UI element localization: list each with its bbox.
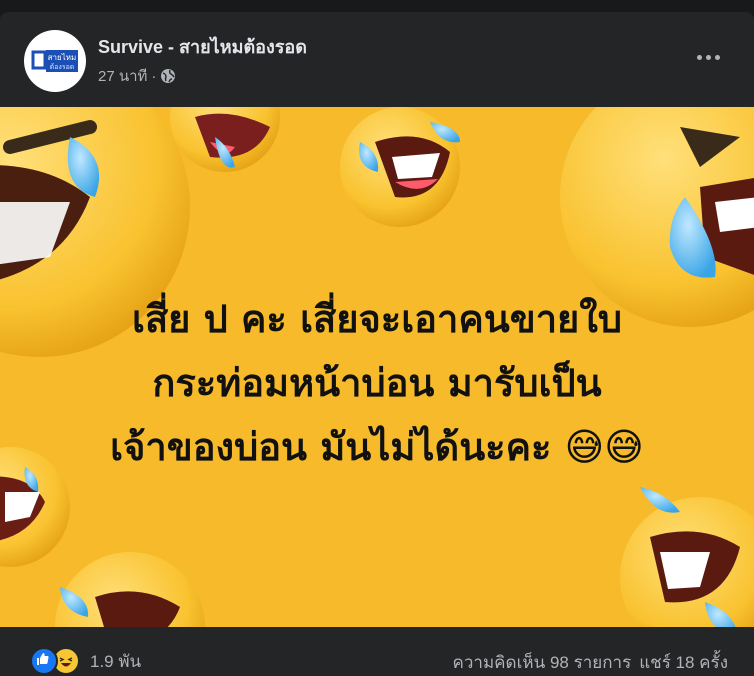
avatar-text-bottom: ต้องรอด [50,63,75,71]
post-card: สายไหม ต้องรอด Survive - สายไหมต้องรอด 2… [0,12,754,676]
post-time[interactable]: 27 นาที [98,64,147,88]
reactions-summary[interactable]: 1.9 พัน [30,647,141,675]
like-icon [30,647,58,675]
emoji-face-top-center [340,107,460,227]
avatar-logo: สายไหม ต้องรอด [31,50,78,72]
avatar-text-top: สายไหม [48,53,77,62]
post-image[interactable]: เสี่ย ป คะ เสี่ยจะเอาคนขายใบ กระท่อมหน้า… [0,107,754,627]
engagement-stats: ความคิดเห็น 98 รายการ แชร์ 18 ครั้ง [453,649,728,676]
meta-separator: · [151,67,157,85]
image-text-line-2: กระท่อมหน้าบ่อน มารับเป็น [152,361,602,405]
comments-count-link[interactable]: ความคิดเห็น 98 รายการ [453,649,632,676]
post-meta: 27 นาที · [98,64,176,88]
image-text-line-1: เสี่ย ป คะ เสี่ยจะเอาคนขายใบ [131,297,622,341]
reaction-count: 1.9 พัน [90,651,142,671]
more-horizontal-icon [696,54,702,60]
shares-count-link[interactable]: แชร์ 18 ครั้ง [639,649,728,676]
page-avatar[interactable]: สายไหม ต้องรอด [24,30,86,92]
more-options-button[interactable] [688,42,728,72]
globe-icon[interactable] [160,68,176,84]
post-footer: 1.9 พัน ความคิดเห็น 98 รายการ แชร์ 18 คร… [0,627,754,676]
post-header: สายไหม ต้องรอด Survive - สายไหมต้องรอด 2… [0,12,754,107]
post-image-text: เสี่ย ป คะ เสี่ยจะเอาคนขายใบ กระท่อมหน้า… [0,287,754,479]
image-text-line-3: เจ้าของบ่อน มันไม่ได้นะคะ 😅😅 [110,425,644,469]
page-name-link[interactable]: Survive - สายไหมต้องรอด [98,32,307,61]
